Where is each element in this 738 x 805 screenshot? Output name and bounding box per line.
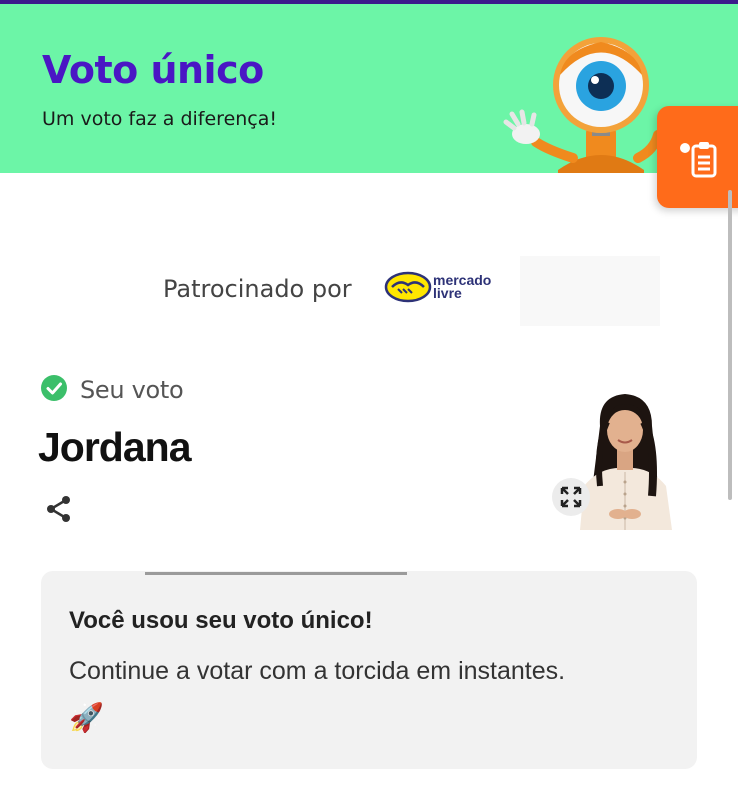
eye-mascot-illustration [503,37,663,173]
expand-icon [560,486,582,508]
mercado-livre-handshake-logo [384,271,432,303]
rocket-emoji-icon: 🚀 [69,701,104,734]
page-subtitle: Um voto faz a diferença! [42,108,278,130]
faded-background-graphic [520,256,660,326]
page-title: Voto único [42,48,264,92]
vote-result-card: Você usou seu voto único! Continue a vot… [41,571,697,769]
vote-status-label: Seu voto [80,376,184,404]
card-message: Continue a votar com a torcida em instan… [69,657,566,685]
sponsor-section: Patrocinado por mercado livre [0,256,738,326]
expand-photo-button[interactable] [552,478,590,516]
side-menu-tab[interactable] [657,106,738,208]
clipboard-list-icon [680,142,717,178]
brand-line-2: livre [433,285,462,301]
check-circle-icon [41,375,67,401]
mercado-livre-wordmark: mercado livre [433,273,491,301]
card-title: Você usou seu voto único! [69,607,373,634]
candidate-name: Jordana [38,424,191,470]
share-icon[interactable] [44,494,74,524]
page-header: Voto único Um voto faz a diferença! [0,4,738,173]
sponsor-label: Patrocinado por [163,275,352,303]
card-handle-bar [145,572,407,575]
scrollbar[interactable] [728,190,732,500]
